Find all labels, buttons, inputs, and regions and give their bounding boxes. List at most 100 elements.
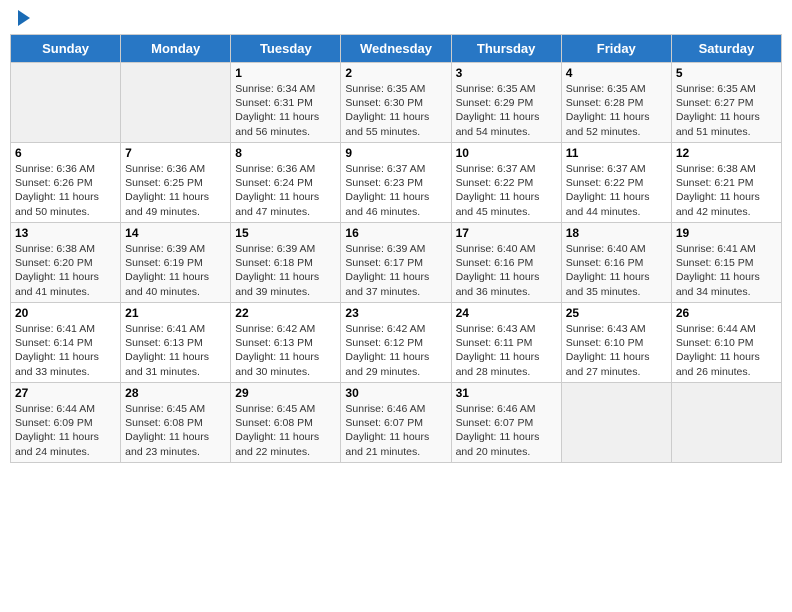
day-number: 29 [235,386,336,400]
calendar-cell: 18 Sunrise: 6:40 AMSunset: 6:16 PMDayligh… [561,223,671,303]
day-number: 31 [456,386,557,400]
calendar-cell [671,383,781,463]
calendar-cell: 29 Sunrise: 6:45 AMSunset: 6:08 PMDayligh… [231,383,341,463]
day-info: Sunrise: 6:41 AMSunset: 6:14 PMDaylight:… [15,322,116,379]
page-header [10,10,782,26]
day-number: 13 [15,226,116,240]
calendar-table: SundayMondayTuesdayWednesdayThursdayFrid… [10,34,782,463]
day-info: Sunrise: 6:36 AMSunset: 6:26 PMDaylight:… [15,162,116,219]
calendar-cell: 13 Sunrise: 6:38 AMSunset: 6:20 PMDayligh… [11,223,121,303]
day-info: Sunrise: 6:42 AMSunset: 6:13 PMDaylight:… [235,322,336,379]
day-of-week-header: Tuesday [231,35,341,63]
calendar-cell: 16 Sunrise: 6:39 AMSunset: 6:17 PMDayligh… [341,223,451,303]
day-info: Sunrise: 6:35 AMSunset: 6:27 PMDaylight:… [676,82,777,139]
calendar-week-row: 27Sunrise: 6:44 AMSunset: 6:09 PMDayligh… [11,383,782,463]
day-number: 1 [235,66,336,80]
day-info: Sunrise: 6:38 AMSunset: 6:20 PMDaylight:… [15,242,116,299]
day-info: Sunrise: 6:44 AMSunset: 6:10 PMDaylight:… [676,322,777,379]
day-number: 11 [566,146,667,160]
day-info: Sunrise: 6:46 AMSunset: 6:07 PMDaylight:… [345,402,446,459]
calendar-cell: 10 Sunrise: 6:37 AMSunset: 6:22 PMDayligh… [451,143,561,223]
calendar-cell: 6 Sunrise: 6:36 AMSunset: 6:26 PMDaylight… [11,143,121,223]
day-number: 21 [125,306,226,320]
calendar-cell: 2 Sunrise: 6:35 AMSunset: 6:30 PMDaylight… [341,63,451,143]
calendar-week-row: 1 Sunrise: 6:34 AMSunset: 6:31 PMDaylight… [11,63,782,143]
calendar-cell: 9Sunrise: 6:37 AMSunset: 6:23 PMDaylight… [341,143,451,223]
day-number: 19 [676,226,777,240]
logo-blue [14,10,30,26]
day-number: 4 [566,66,667,80]
calendar-cell: 1 Sunrise: 6:34 AMSunset: 6:31 PMDaylight… [231,63,341,143]
day-number: 22 [235,306,336,320]
day-number: 27 [15,386,116,400]
day-number: 8 [235,146,336,160]
day-number: 26 [676,306,777,320]
day-number: 2 [345,66,446,80]
day-info: Sunrise: 6:42 AMSunset: 6:12 PMDaylight:… [345,322,446,379]
calendar-week-row: 13 Sunrise: 6:38 AMSunset: 6:20 PMDayligh… [11,223,782,303]
calendar-cell: 26 Sunrise: 6:44 AMSunset: 6:10 PMDayligh… [671,303,781,383]
day-info: Sunrise: 6:43 AMSunset: 6:11 PMDaylight:… [456,322,557,379]
day-number: 17 [456,226,557,240]
logo-arrow-icon [18,10,30,26]
day-number: 14 [125,226,226,240]
calendar-cell: 15Sunrise: 6:39 AMSunset: 6:18 PMDayligh… [231,223,341,303]
day-of-week-header: Saturday [671,35,781,63]
day-number: 7 [125,146,226,160]
calendar-cell: 20 Sunrise: 6:41 AMSunset: 6:14 PMDayligh… [11,303,121,383]
calendar-cell: 17Sunrise: 6:40 AMSunset: 6:16 PMDayligh… [451,223,561,303]
day-info: Sunrise: 6:38 AMSunset: 6:21 PMDaylight:… [676,162,777,219]
day-number: 3 [456,66,557,80]
calendar-cell: 23 Sunrise: 6:42 AMSunset: 6:12 PMDayligh… [341,303,451,383]
day-info: Sunrise: 6:43 AMSunset: 6:10 PMDaylight:… [566,322,667,379]
day-info: Sunrise: 6:45 AMSunset: 6:08 PMDaylight:… [235,402,336,459]
calendar-week-row: 6 Sunrise: 6:36 AMSunset: 6:26 PMDaylight… [11,143,782,223]
day-number: 10 [456,146,557,160]
calendar-cell: 12 Sunrise: 6:38 AMSunset: 6:21 PMDayligh… [671,143,781,223]
day-number: 6 [15,146,116,160]
day-info: Sunrise: 6:35 AMSunset: 6:28 PMDaylight:… [566,82,667,139]
day-info: Sunrise: 6:35 AMSunset: 6:29 PMDaylight:… [456,82,557,139]
day-number: 16 [345,226,446,240]
calendar-cell: 7 Sunrise: 6:36 AMSunset: 6:25 PMDaylight… [121,143,231,223]
day-of-week-header: Thursday [451,35,561,63]
day-number: 5 [676,66,777,80]
calendar-cell [11,63,121,143]
calendar-cell: 19 Sunrise: 6:41 AMSunset: 6:15 PMDayligh… [671,223,781,303]
day-of-week-header: Monday [121,35,231,63]
day-info: Sunrise: 6:40 AMSunset: 6:16 PMDaylight:… [566,242,667,299]
day-number: 15 [235,226,336,240]
day-of-week-header: Sunday [11,35,121,63]
day-info: Sunrise: 6:39 AMSunset: 6:17 PMDaylight:… [345,242,446,299]
day-info: Sunrise: 6:45 AMSunset: 6:08 PMDaylight:… [125,402,226,459]
day-number: 30 [345,386,446,400]
calendar-cell: 3 Sunrise: 6:35 AMSunset: 6:29 PMDaylight… [451,63,561,143]
calendar-cell: 5 Sunrise: 6:35 AMSunset: 6:27 PMDaylight… [671,63,781,143]
day-number: 23 [345,306,446,320]
calendar-cell [121,63,231,143]
calendar-body: 1 Sunrise: 6:34 AMSunset: 6:31 PMDaylight… [11,63,782,463]
day-number: 18 [566,226,667,240]
day-info: Sunrise: 6:39 AMSunset: 6:19 PMDaylight:… [125,242,226,299]
day-info: Sunrise: 6:46 AMSunset: 6:07 PMDaylight:… [456,402,557,459]
calendar-cell: 28Sunrise: 6:45 AMSunset: 6:08 PMDayligh… [121,383,231,463]
calendar-cell: 24 Sunrise: 6:43 AMSunset: 6:11 PMDayligh… [451,303,561,383]
logo [14,10,30,26]
calendar-cell: 21Sunrise: 6:41 AMSunset: 6:13 PMDayligh… [121,303,231,383]
day-number: 24 [456,306,557,320]
day-info: Sunrise: 6:36 AMSunset: 6:25 PMDaylight:… [125,162,226,219]
calendar-week-row: 20 Sunrise: 6:41 AMSunset: 6:14 PMDayligh… [11,303,782,383]
day-info: Sunrise: 6:36 AMSunset: 6:24 PMDaylight:… [235,162,336,219]
calendar-header-row: SundayMondayTuesdayWednesdayThursdayFrid… [11,35,782,63]
day-info: Sunrise: 6:34 AMSunset: 6:31 PMDaylight:… [235,82,336,139]
day-info: Sunrise: 6:37 AMSunset: 6:22 PMDaylight:… [456,162,557,219]
day-of-week-header: Friday [561,35,671,63]
day-number: 20 [15,306,116,320]
day-info: Sunrise: 6:35 AMSunset: 6:30 PMDaylight:… [345,82,446,139]
calendar-cell: 14 Sunrise: 6:39 AMSunset: 6:19 PMDayligh… [121,223,231,303]
day-number: 12 [676,146,777,160]
day-info: Sunrise: 6:37 AMSunset: 6:22 PMDaylight:… [566,162,667,219]
calendar-cell: 25Sunrise: 6:43 AMSunset: 6:10 PMDayligh… [561,303,671,383]
day-of-week-header: Wednesday [341,35,451,63]
day-info: Sunrise: 6:41 AMSunset: 6:15 PMDaylight:… [676,242,777,299]
